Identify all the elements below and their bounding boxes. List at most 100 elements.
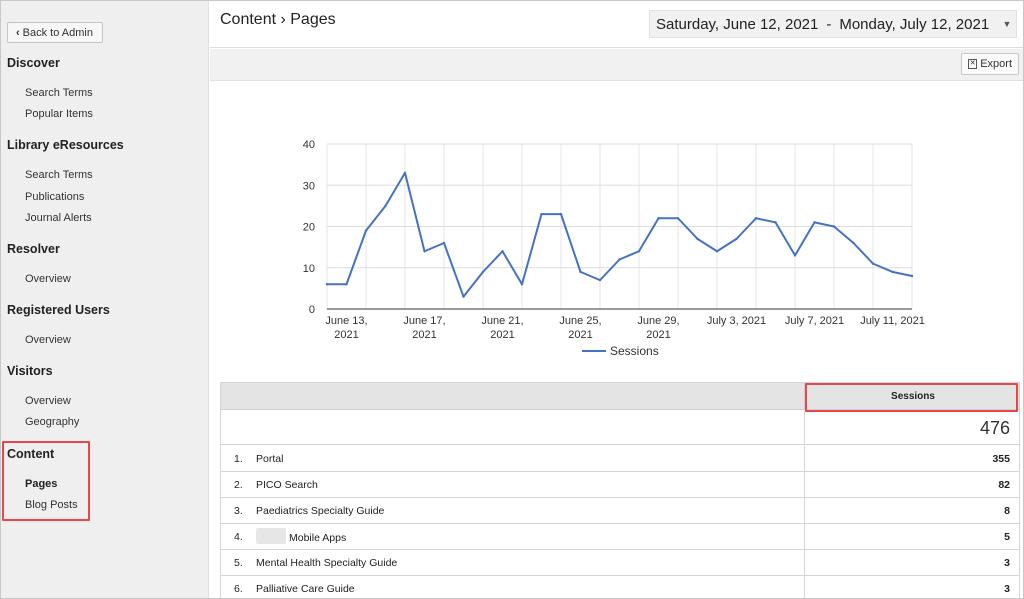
data-point (637, 250, 641, 253)
content-highlight-box (2, 441, 90, 521)
redacted-block (256, 528, 286, 544)
date-end: Monday, July 12, 2021 (839, 15, 990, 33)
data-point (871, 262, 875, 265)
date-separator: - (826, 15, 832, 33)
row-sessions: 82 (804, 472, 1019, 497)
x-tick-label-year: 2021 (412, 329, 436, 341)
row-index: 1. (234, 453, 243, 465)
table-row[interactable]: 3. Paediatrics Specialty Guide 8 (221, 498, 1019, 524)
data-point (345, 283, 348, 286)
data-point (579, 270, 582, 274)
data-point (559, 212, 563, 216)
table-total-row: 476 (221, 411, 1019, 445)
data-point (462, 295, 465, 298)
data-point (832, 225, 836, 228)
data-point (598, 278, 602, 282)
sidebar-item-journal-alerts[interactable]: Journal Alerts (25, 212, 92, 224)
row-page: Palliative Care Guide (256, 583, 355, 595)
data-point (384, 204, 387, 208)
table-row[interactable]: 6. Palliative Care Guide 3 (221, 576, 1019, 599)
y-tick-label: 30 (303, 180, 315, 192)
data-point (754, 217, 758, 220)
sidebar-item-discover-search-terms[interactable]: Search Terms (25, 87, 93, 99)
date-range-picker[interactable]: Saturday, June 12, 2021 - Monday, July 1… (649, 10, 1017, 38)
sessions-line-chart: 0 10 20 30 40 June 13, 2021 June 17, 2021 June 21… (210, 82, 1024, 372)
sidebar-item-registered-overview[interactable]: Overview (25, 334, 71, 346)
row-page: Mobile Apps (289, 531, 347, 544)
sidebar-item-library-search-terms[interactable]: Search Terms (25, 169, 93, 181)
sidebar-item-visitors-overview[interactable]: Overview (25, 395, 71, 407)
caret-down-icon[interactable]: ▼ (999, 11, 1015, 37)
sidebar-item-popular-items[interactable]: Popular Items (25, 108, 93, 120)
x-tick-label-year: 2021 (646, 329, 670, 341)
data-point (481, 270, 485, 274)
row-page: Mental Health Specialty Guide (256, 557, 398, 569)
pages-table: Sessions 476 1. Portal 355 2. PICO Searc… (220, 382, 1020, 599)
page-header: Content › Pages Saturday, June 12, 2021 … (210, 0, 1024, 48)
data-point (715, 250, 719, 253)
row-sessions: 5 (804, 524, 1019, 549)
y-tick-label: 40 (303, 139, 315, 151)
data-point (325, 283, 329, 286)
data-point (618, 258, 621, 261)
data-point (774, 221, 777, 224)
x-tick-label-year: 2021 (490, 329, 514, 341)
data-point (657, 217, 660, 220)
sidebar-item-geography[interactable]: Geography (25, 416, 79, 428)
data-point (442, 241, 446, 245)
row-page: PICO Search (256, 479, 318, 491)
export-file-icon: ✕ (968, 59, 978, 69)
section-title-library-eresources: Library eResources (7, 138, 124, 152)
toolbar: ✕ Export (210, 49, 1024, 81)
data-point (735, 237, 738, 241)
data-point (540, 212, 543, 216)
back-to-admin-button[interactable]: ‹ Back to Admin (7, 22, 103, 43)
table-row[interactable]: 1. Portal 355 (221, 446, 1019, 472)
table-row[interactable]: 4. Mobile Apps 5 (221, 524, 1019, 550)
data-point (910, 274, 914, 278)
sidebar-item-resolver-overview[interactable]: Overview (25, 273, 71, 285)
data-point (696, 237, 699, 241)
row-sessions: 3 (804, 576, 1019, 599)
data-point (891, 270, 894, 274)
row-sessions: 355 (804, 446, 1019, 471)
x-tick-label: July 11, 2021 (860, 315, 925, 327)
row-sessions: 8 (804, 498, 1019, 523)
row-index: 4. (234, 531, 243, 543)
export-button[interactable]: ✕ Export (961, 53, 1019, 75)
row-index: 3. (234, 505, 243, 517)
y-tick-label: 0 (309, 304, 315, 316)
x-tick-label-year: 2021 (334, 329, 358, 341)
x-tick-label: July 3, 2021 (707, 315, 766, 327)
data-point (852, 241, 855, 245)
chart-canvas: 0 10 20 30 40 June 13, 2021 June 17, 2021 June 21… (303, 139, 925, 358)
row-index: 5. (234, 557, 243, 569)
row-index: 2. (234, 479, 243, 491)
x-tick-label: June 13, (325, 315, 367, 327)
sidebar: ‹ Back to Admin Discover Search Terms Po… (0, 0, 209, 599)
row-index: 6. (234, 583, 243, 595)
row-page: Portal (256, 453, 284, 465)
data-point (813, 221, 816, 224)
x-tick-label-year: 2021 (568, 329, 592, 341)
sessions-highlight-box (805, 383, 1018, 412)
x-tick-label: July 7, 2021 (785, 315, 844, 327)
y-tick-label: 10 (303, 263, 315, 275)
section-title-discover: Discover (7, 56, 60, 70)
data-point (793, 254, 797, 257)
table-row[interactable]: 5. Mental Health Specialty Guide 3 (221, 550, 1019, 576)
sidebar-item-publications[interactable]: Publications (25, 191, 84, 203)
x-tick-label: June 17, (403, 315, 445, 327)
chevron-left-icon: ‹ (16, 26, 20, 39)
data-point (364, 229, 368, 232)
x-tick-label: June 21, (481, 315, 523, 327)
legend-label-sessions: Sessions (610, 344, 659, 358)
data-point (423, 250, 426, 253)
y-tick-label: 20 (303, 222, 315, 234)
section-title-resolver: Resolver (7, 242, 60, 256)
section-title-visitors: Visitors (7, 364, 53, 378)
date-start: Saturday, June 12, 2021 (656, 15, 819, 33)
data-point (403, 171, 407, 175)
table-row[interactable]: 2. PICO Search 82 (221, 472, 1019, 498)
export-label: Export (980, 58, 1012, 70)
